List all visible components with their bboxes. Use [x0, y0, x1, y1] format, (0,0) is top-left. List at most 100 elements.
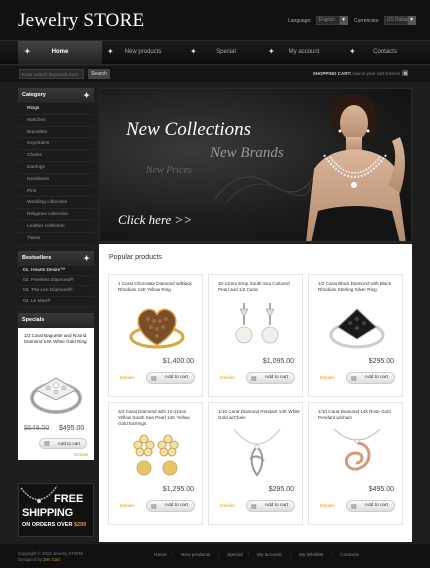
- category-item[interactable]: Tiaras: [18, 233, 94, 245]
- bestseller-item[interactable]: 04. Le Man®: [18, 297, 94, 308]
- category-item[interactable]: Necklaces: [18, 174, 94, 186]
- category-item[interactable]: Keychains: [18, 138, 94, 151]
- cart-icon: ▤: [251, 376, 257, 382]
- nav-label: My account: [288, 49, 320, 55]
- designed-by-label: Designed by: [18, 557, 42, 562]
- details-link[interactable]: Details: [120, 504, 135, 509]
- product-image[interactable]: [226, 425, 288, 481]
- category-item[interactable]: Leather collection: [18, 221, 94, 233]
- logo[interactable]: Jewelry STORE: [18, 10, 144, 32]
- bestseller-item[interactable]: 03. The Leo Diamond®: [18, 286, 94, 297]
- language-select[interactable]: English: [315, 16, 340, 25]
- details-link[interactable]: Details: [220, 504, 235, 509]
- product-card: 1/2 Carat Black Diamond with Black Rhodi…: [308, 274, 403, 397]
- specials-title: Specials: [22, 317, 45, 324]
- category-item[interactable]: Watches: [18, 115, 94, 127]
- product-price: $295.00: [368, 358, 394, 365]
- footer: Copyright © 2010 Jewelry STORE Designed …: [0, 544, 430, 568]
- add-to-cart-button[interactable]: ▤ Add to cart: [246, 372, 295, 384]
- add-to-cart-button[interactable]: ▤ Add to cart: [346, 372, 395, 384]
- language-selector[interactable]: Language: English ▼: [288, 16, 348, 25]
- nav-home[interactable]: ✦ Home: [18, 41, 102, 64]
- footer-link-new-products[interactable]: New products: [181, 553, 210, 558]
- chevron-down-icon[interactable]: ▼: [407, 16, 416, 25]
- designer-link[interactable]: Zen Cart: [43, 557, 60, 562]
- nav-my-account[interactable]: ✦ My account: [262, 41, 346, 64]
- add-to-cart-label: Add to cart: [164, 375, 188, 380]
- free-shipping-line2: SHIPPING: [22, 507, 73, 519]
- free-shipping-line1: FREE: [54, 493, 84, 505]
- footer-link-my-wishlist[interactable]: My Wishlist: [299, 553, 323, 558]
- bestsellers-heading: Bestsellers ✦: [18, 250, 94, 266]
- product-price: $1,400.00: [162, 358, 194, 365]
- nav-contacts[interactable]: ✦ Contacts: [343, 41, 427, 64]
- add-to-cart-button[interactable]: ▤ Add to cart: [146, 500, 195, 512]
- specials-heading: Specials: [18, 313, 94, 329]
- product-card: 3/4 Carat Diamond with 10-11mm Yellow So…: [108, 402, 203, 525]
- footer-link-special[interactable]: Special: [227, 553, 243, 558]
- currency-select[interactable]: US Dollar: [383, 16, 408, 25]
- details-link[interactable]: Details: [220, 376, 235, 381]
- category-heading: Category ✦: [18, 88, 94, 103]
- bestseller-item[interactable]: 02. Peerless Diamond®: [18, 276, 94, 287]
- product-name[interactable]: 1/2 Carat Black Diamond with Black Rhodi…: [318, 281, 400, 293]
- copyright: Copyright © 2010 Jewelry STORE Designed …: [18, 551, 83, 563]
- product-price: $1,295.00: [162, 486, 194, 493]
- hero-cta[interactable]: Click here >>: [118, 212, 192, 228]
- add-to-cart-button[interactable]: ▤ Add to cart: [146, 372, 195, 384]
- popular-products: Popular products 1 Carat Chocolate Diamo…: [99, 244, 412, 542]
- product-image[interactable]: [226, 297, 288, 353]
- special-new-price: $495.00: [59, 425, 85, 433]
- footer-link-contacts[interactable]: Contacts: [340, 553, 359, 558]
- product-name[interactable]: 1/10 Carat Diamond Pendant 14K White Gol…: [218, 409, 300, 421]
- special-old-price: $549.00: [24, 425, 50, 433]
- footer-separator: |: [218, 553, 220, 558]
- details-link[interactable]: Details: [320, 504, 335, 509]
- cart-icon[interactable]: ▣: [402, 70, 410, 78]
- product-price: $1,095.00: [262, 358, 294, 365]
- category-item[interactable]: Rings: [18, 103, 94, 115]
- product-image[interactable]: [126, 425, 188, 481]
- special-product-name[interactable]: 1/2 Carat Baguette and Round Diamond 14K…: [24, 333, 88, 345]
- category-item[interactable]: Bracelets: [18, 127, 94, 139]
- nav-label: New products: [124, 49, 162, 55]
- category-item[interactable]: Chains: [18, 150, 94, 162]
- details-link[interactable]: Details: [320, 376, 335, 381]
- bestseller-item[interactable]: 01. Hearts Desire™: [18, 266, 94, 276]
- currency-selector[interactable]: Currencies: US Dollar▼: [354, 16, 416, 25]
- footer-separator: |: [248, 553, 250, 558]
- product-image[interactable]: [326, 425, 388, 481]
- cart-icon: ▤: [151, 504, 157, 510]
- product-image[interactable]: [126, 297, 188, 353]
- add-to-cart-button[interactable]: ▤ Add to cart: [39, 438, 87, 450]
- category-item[interactable]: Wedding collection: [18, 197, 94, 210]
- product-name[interactable]: 1 Carat Chocolate Diamond w/Black Rhodiu…: [118, 281, 200, 293]
- search-input[interactable]: [19, 69, 84, 79]
- category-item[interactable]: Pins: [18, 186, 94, 198]
- free-shipping-banner[interactable]: FREE SHIPPING ON ORDERS OVER $299: [18, 483, 94, 537]
- diamond-icon: ✦: [268, 47, 275, 56]
- product-name[interactable]: 10-11mm Drop South Sea Cultured Pearl an…: [218, 281, 300, 293]
- chevron-down-icon[interactable]: ▼: [339, 16, 348, 25]
- cart-icon: ▤: [351, 504, 357, 510]
- hero-line2: New Brands: [210, 145, 284, 161]
- category-item[interactable]: Religious collection: [18, 209, 94, 221]
- language-label: Language:: [288, 17, 312, 24]
- ring-image[interactable]: [26, 360, 86, 418]
- shopping-cart-summary[interactable]: SHOPPING CART: now in your cart 0 items: [313, 71, 400, 76]
- details-link[interactable]: Details: [120, 376, 135, 381]
- footer-link-home[interactable]: Home: [154, 553, 167, 558]
- details-link[interactable]: Details: [74, 452, 88, 457]
- category-item[interactable]: Earrings: [18, 162, 94, 174]
- special-product: 1/2 Carat Baguette and Round Diamond 14K…: [18, 328, 94, 461]
- product-image[interactable]: [326, 297, 388, 353]
- footer-link-my-account[interactable]: My account: [257, 553, 282, 558]
- hero-banner[interactable]: New Collections New Brands New Prices Cl…: [99, 88, 412, 242]
- add-to-cart-button[interactable]: ▤ Add to cart: [346, 500, 395, 512]
- product-name[interactable]: 1/10 Carat Diamond 14k Rose Gold Pendant…: [318, 409, 400, 421]
- nav-new-products[interactable]: ✦ New products: [101, 41, 185, 64]
- nav-special[interactable]: ✦ Special: [184, 41, 268, 64]
- search-button[interactable]: Search: [88, 69, 110, 79]
- diamond-icon: ✦: [107, 47, 114, 56]
- add-to-cart-button[interactable]: ▤ Add to cart: [246, 500, 295, 512]
